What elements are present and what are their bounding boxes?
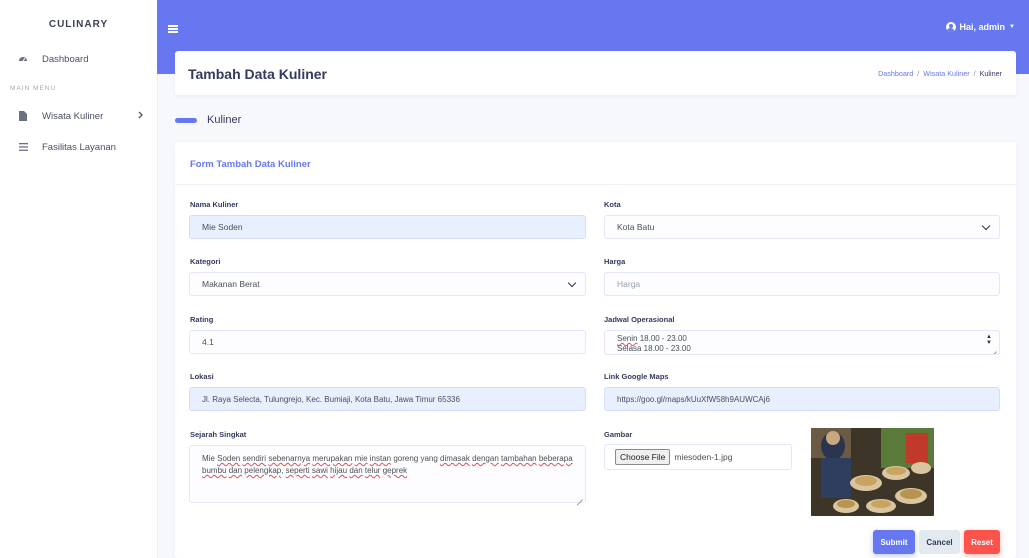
user-dropdown[interactable]: Hai, admin ▼: [945, 22, 1015, 32]
submit-button[interactable]: Submit: [873, 530, 915, 554]
jadwal-line-2: Selasa 18.00 - 23.00: [617, 344, 691, 353]
breadcrumb-separator: /: [973, 69, 976, 78]
resize-handle-icon[interactable]: [577, 494, 583, 500]
breadcrumb-wisata-kuliner[interactable]: Wisata Kuliner: [923, 69, 969, 78]
food-preview-image: [811, 428, 934, 516]
chevron-down-icon: [981, 221, 991, 231]
sejarah-segment: dan: [228, 466, 243, 475]
jadwal-day-1: Senin: [617, 334, 638, 343]
sejarah-segment: sawi: [311, 466, 328, 475]
list-icon: [17, 143, 29, 151]
sejarah-segment: Soden: [217, 454, 241, 463]
sejarah-segment: dengan: [472, 454, 499, 463]
nama-input[interactable]: Mie Soden: [189, 215, 586, 239]
rating-input[interactable]: 4.1: [189, 330, 586, 354]
sidebar: CULINARY Dashboard MAIN MENU Wisata Kuli…: [0, 0, 158, 558]
sejarah-segment: hijau: [330, 466, 348, 475]
sejarah-segment: mie: [354, 454, 368, 463]
sejarah-segment: bumbu: [202, 466, 227, 475]
jadwal-line-1: Senin 18.00 - 23.00: [617, 334, 987, 344]
sejarah-segment: Mie: [202, 454, 218, 463]
kategori-label: Kategori: [190, 257, 221, 266]
section-header: Tambah Data Kuliner Dashboard / Wisata K…: [175, 51, 1016, 95]
breadcrumb-separator: /: [917, 69, 920, 78]
jadwal-label: Jadwal Operasional: [604, 315, 675, 324]
breadcrumb: Dashboard / Wisata Kuliner / Kuliner: [878, 69, 1002, 78]
form-title: Form Tambah Data Kuliner: [190, 159, 311, 170]
maps-input[interactable]: https://goo.gl/maps/kUuXfW58h9AUWCAj6: [604, 387, 1000, 411]
user-avatar-icon: [945, 22, 956, 32]
caret-down-icon: ▼: [1009, 24, 1015, 30]
sejarah-segment: instan: [369, 454, 392, 463]
file-name: miesoden-1.jpg: [674, 452, 733, 462]
sidebar-brand[interactable]: CULINARY: [0, 19, 157, 30]
sejarah-segment: telur: [364, 466, 381, 475]
section-subtitle: Kuliner: [175, 114, 241, 126]
chevron-right-icon: [138, 111, 143, 122]
sidebar-item-dashboard[interactable]: Dashboard: [0, 50, 157, 68]
sejarah-segment: sendiri: [242, 454, 267, 463]
card-header: Form Tambah Data Kuliner: [175, 142, 1016, 185]
sejarah-segment: seperti: [285, 466, 310, 475]
sidebar-item-fasilitas-layanan[interactable]: Fasilitas Layanan: [0, 138, 157, 156]
hamburger-menu-icon[interactable]: [168, 25, 178, 33]
sejarah-segment: geprek: [382, 466, 408, 475]
reset-button[interactable]: Reset: [964, 530, 1000, 554]
sidebar-item-wisata-kuliner[interactable]: Wisata Kuliner: [0, 107, 157, 125]
kota-select[interactable]: Kota Batu: [604, 215, 1000, 239]
harga-label: Harga: [604, 257, 626, 266]
sejarah-textarea[interactable]: Mie Soden sendiri sebenarnya merupakan m…: [189, 445, 586, 503]
chevron-down-icon: [567, 278, 577, 288]
subtitle-text: Kuliner: [207, 114, 242, 126]
jadwal-textarea[interactable]: Senin 18.00 - 23.00 Selasa 18.00 - 23.00…: [604, 330, 1000, 355]
sejarah-label: Sejarah Singkat: [190, 430, 247, 439]
sidebar-item-label: Dashboard: [42, 53, 89, 65]
sidebar-item-label: Wisata Kuliner: [42, 110, 104, 122]
kota-select-value: Kota Batu: [617, 222, 655, 232]
breadcrumb-kuliner: Kuliner: [979, 69, 1002, 78]
cancel-button[interactable]: Cancel: [919, 530, 960, 554]
resize-handle-icon[interactable]: [991, 346, 997, 352]
gambar-file-input[interactable]: Choose File miesoden-1.jpg: [604, 444, 792, 470]
lokasi-input[interactable]: Jl. Raya Selecta, Tulungrejo, Kec. Bumia…: [189, 387, 586, 411]
kategori-select[interactable]: Makanan Berat: [189, 272, 586, 296]
nama-label: Nama Kuliner: [190, 200, 239, 209]
sejarah-segment: beberapa: [538, 454, 573, 463]
sejarah-segment: dan: [349, 466, 363, 475]
lokasi-label: Lokasi: [190, 372, 214, 381]
subtitle-accent-bar: [175, 117, 197, 123]
breadcrumb-dashboard[interactable]: Dashboard: [878, 69, 913, 78]
sejarah-segment: goreng yang: [391, 454, 441, 463]
sejarah-segment: pelengkap: [244, 466, 282, 475]
gambar-label: Gambar: [604, 430, 633, 439]
sejarah-segment: tambahan: [501, 454, 537, 463]
sejarah-segment: dimasak: [440, 454, 470, 463]
file-icon: [17, 111, 29, 121]
maps-label: Link Google Maps: [604, 372, 669, 381]
dashboard-icon: [17, 54, 29, 64]
sejarah-segment: merupakan: [312, 454, 353, 463]
sidebar-item-label: Fasilitas Layanan: [42, 141, 116, 153]
sejarah-segment: sebenarnya: [268, 454, 311, 463]
sidebar-menu-header: MAIN MENU: [10, 85, 57, 92]
spinner-arrows-icon: ▲ ▼: [986, 334, 992, 346]
kota-label: Kota: [604, 200, 621, 209]
harga-input[interactable]: Harga: [604, 272, 1000, 296]
sejarah-text: Mie Soden sendiri sebenarnya merupakan m…: [202, 453, 573, 477]
rating-label: Rating: [190, 315, 214, 324]
kategori-select-value: Makanan Berat: [202, 279, 260, 289]
jadwal-time-1: 18.00 - 23.00: [637, 334, 687, 343]
page-title: Tambah Data Kuliner: [188, 66, 327, 82]
choose-file-button[interactable]: Choose File: [615, 449, 671, 465]
user-greeting: Hai, admin: [959, 22, 1006, 32]
